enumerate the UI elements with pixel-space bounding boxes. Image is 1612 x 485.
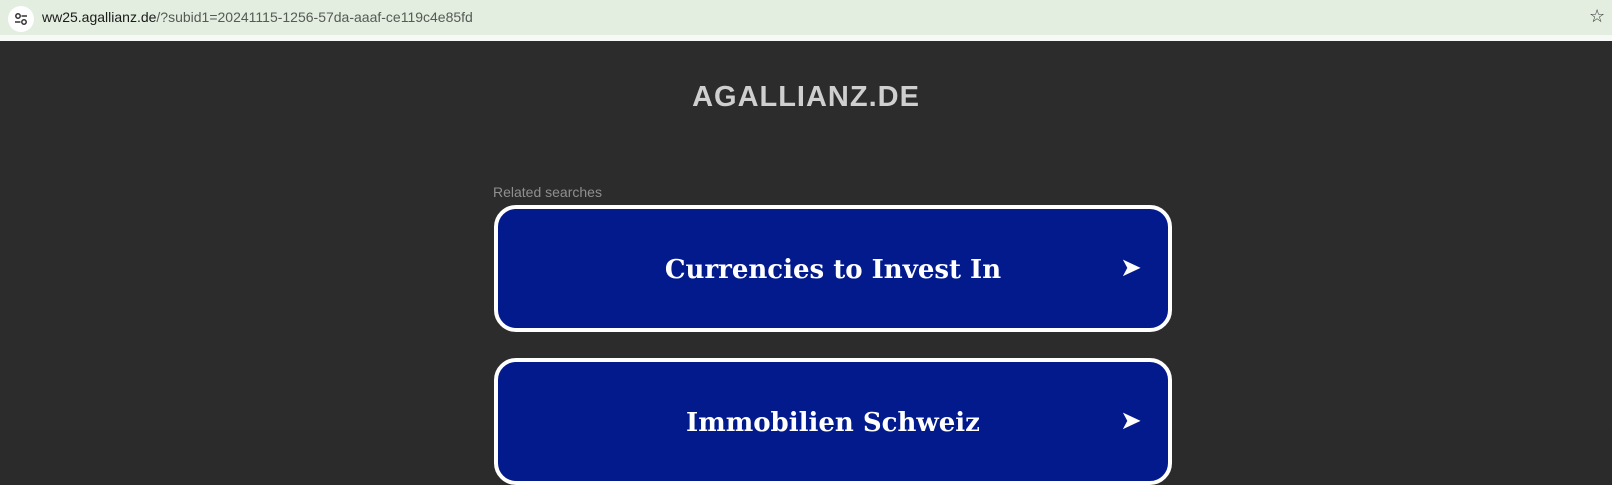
related-search-label: Immobilien Schweiz bbox=[686, 408, 980, 438]
url-domain: ww25.agallianz.de bbox=[42, 9, 157, 25]
related-search-link[interactable]: Currencies to Invest In ➤ bbox=[494, 205, 1172, 332]
tune-icon bbox=[15, 13, 27, 25]
related-search-label: Currencies to Invest In bbox=[664, 255, 1002, 285]
address-bar[interactable]: ww25.agallianz.de/?subid1=20241115-1256-… bbox=[0, 0, 1612, 35]
page-title: AGALLIANZ.DE bbox=[692, 81, 920, 113]
star-icon[interactable]: ☆ bbox=[1589, 6, 1605, 27]
site-info-button[interactable] bbox=[8, 6, 34, 32]
arrow-right-icon: ➤ bbox=[1120, 253, 1142, 283]
related-searches-label: Related searches bbox=[493, 184, 602, 200]
related-search-link[interactable]: Immobilien Schweiz ➤ bbox=[494, 358, 1172, 485]
arrow-right-icon: ➤ bbox=[1120, 406, 1142, 436]
page-content: AGALLIANZ.DE Related searches Currencies… bbox=[0, 41, 1612, 485]
url-text[interactable]: ww25.agallianz.de/?subid1=20241115-1256-… bbox=[42, 9, 473, 25]
url-path: /?subid1=20241115-1256-57da-aaaf-ce119c4… bbox=[156, 9, 473, 25]
